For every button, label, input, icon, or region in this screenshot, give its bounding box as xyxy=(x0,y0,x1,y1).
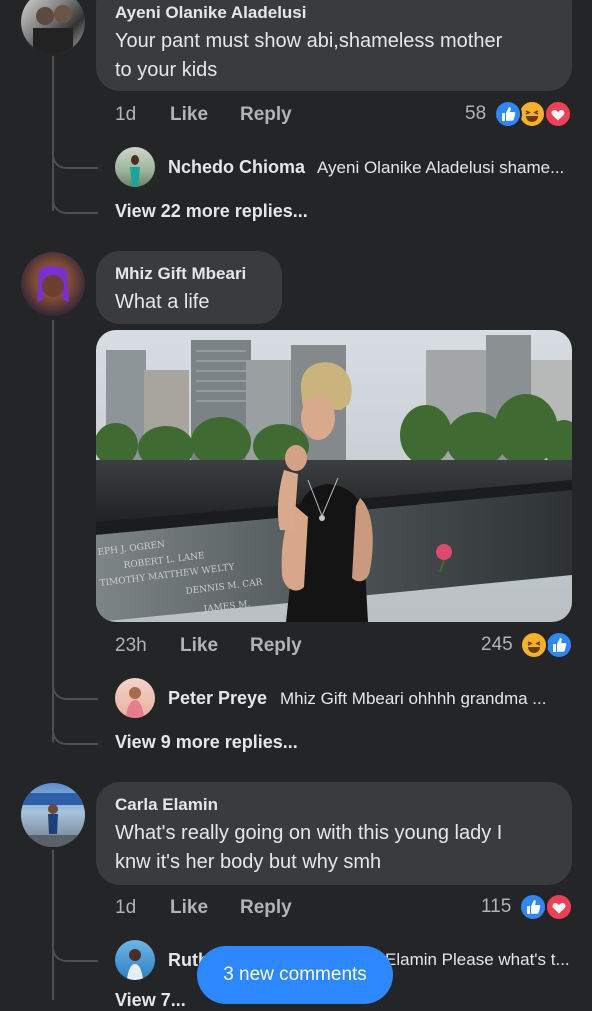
like-icon[interactable] xyxy=(519,893,547,921)
person-icon xyxy=(126,687,144,718)
haha-icon[interactable] xyxy=(520,631,548,659)
reply-button[interactable]: Reply xyxy=(250,635,302,657)
person-icon xyxy=(37,266,69,302)
reply-author[interactable]: Peter Preye xyxy=(168,688,267,709)
memorial-photo: EPH J. OGREN ROBERT L. LANE TIMOTHY MATT… xyxy=(96,330,572,622)
reaction-count[interactable]: 58 xyxy=(465,103,486,125)
like-icon[interactable] xyxy=(545,631,573,659)
reply-button[interactable]: Reply xyxy=(240,897,292,919)
comment-author[interactable]: Mhiz Gift Mbeari xyxy=(115,264,246,284)
reply-text[interactable]: Ayeni Olanike Aladelusi shame... xyxy=(317,158,564,178)
reply-author[interactable]: Nchedo Chioma xyxy=(168,157,305,178)
reply-avatar[interactable] xyxy=(115,940,155,980)
comment-author[interactable]: Ayeni Olanike Aladelusi xyxy=(115,3,306,23)
view-more-replies[interactable]: View 22 more replies... xyxy=(115,201,308,222)
thread-line xyxy=(52,56,54,211)
thread-connector xyxy=(52,721,98,745)
reaction-count[interactable]: 115 xyxy=(481,896,511,918)
reply-avatar[interactable] xyxy=(115,147,155,187)
love-icon[interactable] xyxy=(545,893,573,921)
comment-text: What's really going on with this young l… xyxy=(115,822,503,844)
avatar[interactable] xyxy=(21,783,85,847)
comment-text: to your kids xyxy=(115,59,218,81)
thread-connector xyxy=(52,190,98,214)
thread-line xyxy=(52,850,54,1000)
reaction-count[interactable]: 245 xyxy=(481,634,513,656)
comment-text: What a life xyxy=(115,291,210,313)
comment-image[interactable]: EPH J. OGREN ROBERT L. LANE TIMOTHY MATT… xyxy=(96,330,572,622)
view-more-replies[interactable]: View 7... xyxy=(115,990,186,1011)
haha-icon[interactable] xyxy=(518,100,546,128)
avatar[interactable] xyxy=(21,252,85,316)
reply-avatar[interactable] xyxy=(115,678,155,718)
comment-author[interactable]: Carla Elamin xyxy=(115,795,218,815)
reply-text[interactable]: Elamin Please what's t... xyxy=(385,950,570,970)
thread-connector xyxy=(52,676,98,700)
avatar-photo-icon xyxy=(33,5,73,54)
comment-text: knw it's her body but why smh xyxy=(115,851,382,873)
like-button[interactable]: Like xyxy=(170,897,208,919)
reply-text[interactable]: Mhiz Gift Mbeari ohhhh grandma ... xyxy=(280,689,546,709)
person-icon xyxy=(21,793,85,847)
reply-button[interactable]: Reply xyxy=(240,104,292,126)
thread-connector xyxy=(52,938,98,962)
like-button[interactable]: Like xyxy=(180,635,218,657)
love-icon[interactable] xyxy=(544,100,572,128)
comment-text: Your pant must show abi,shameless mother xyxy=(115,30,503,52)
view-more-replies[interactable]: View 9 more replies... xyxy=(115,732,298,753)
comment-time: 1d xyxy=(115,104,137,125)
person-icon xyxy=(130,155,140,187)
thread-connector xyxy=(52,145,98,169)
comment-time: 1d xyxy=(115,897,137,918)
like-button[interactable]: Like xyxy=(170,104,208,126)
like-icon[interactable] xyxy=(494,100,522,128)
avatar[interactable] xyxy=(21,0,85,54)
person-icon xyxy=(127,949,143,980)
new-comments-button[interactable]: 3 new comments xyxy=(197,946,393,1004)
comment-time: 23h xyxy=(115,635,147,656)
